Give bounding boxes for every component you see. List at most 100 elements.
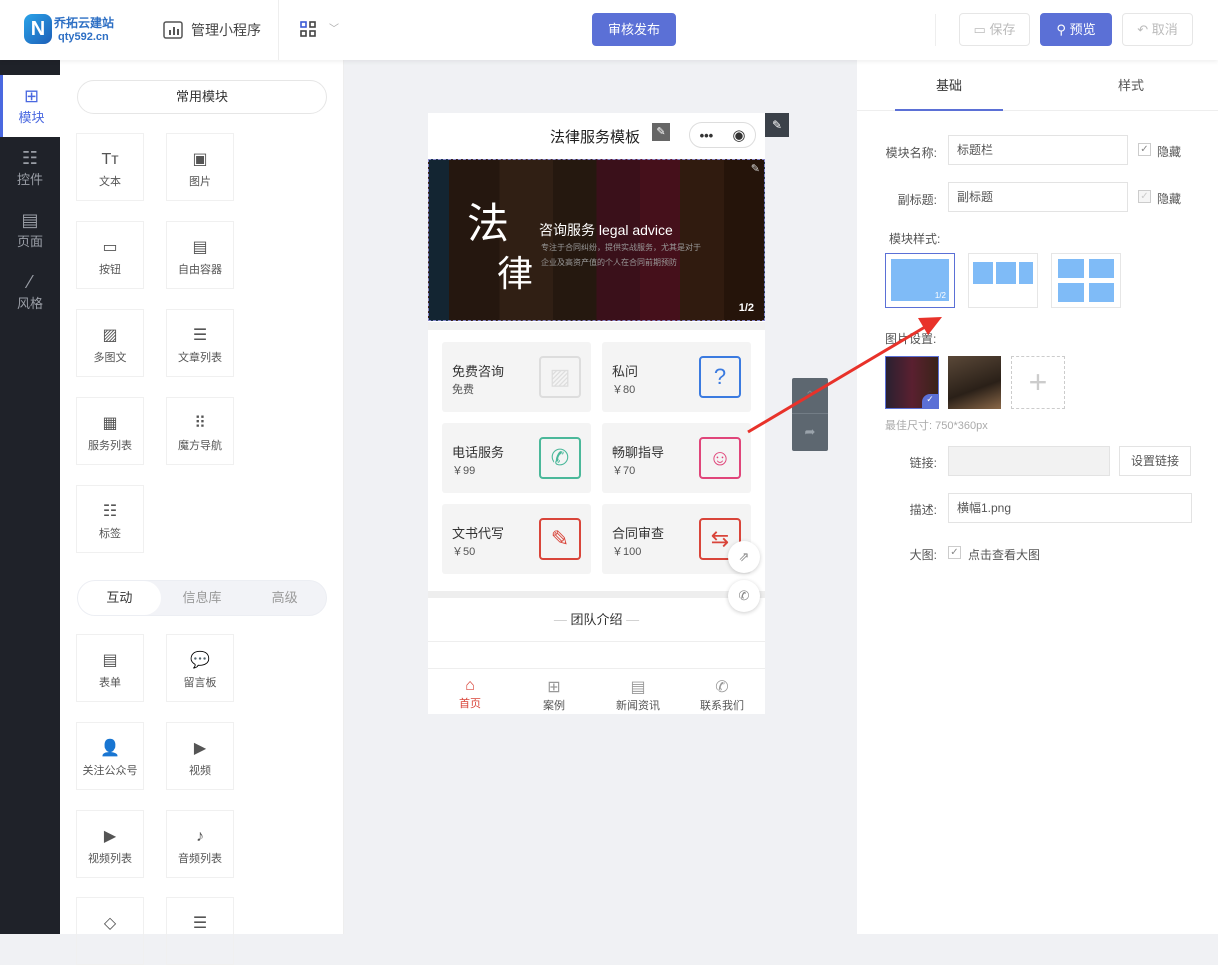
nav-label: 联系我们 [700,700,744,712]
edit-icon[interactable]: ✎ [751,162,760,175]
capsule-menu[interactable]: •••◉ [689,122,756,148]
edit-title-icon[interactable]: ✎ [652,123,670,141]
service-card[interactable]: 免费咨询免费▨ [442,342,591,412]
chevron-down-icon[interactable]: ﹀ [329,20,339,35]
module-tile[interactable]: ▶视频 [166,722,234,790]
service-card[interactable]: 电话服务￥99✆ [442,423,591,493]
cancel-button[interactable]: ↶ 取消 [1122,13,1193,46]
tag-icon: ☷ [77,502,143,522]
call-button[interactable]: ✆ [728,580,760,612]
service-title: 电话服务 [452,442,504,461]
nav-cases[interactable]: ⊞案例 [512,677,596,713]
hide-title-checkbox[interactable]: ✓ [1138,143,1151,156]
service-card[interactable]: 私问￥80? [602,342,751,412]
list-search-icon: ☰ [167,914,233,934]
audio-list-icon: ♪ [167,827,233,847]
forward-icon[interactable]: ➦ [792,414,828,450]
move-up-icon[interactable]: ⌃ [792,378,828,414]
common-modules-button[interactable]: 常用模块 [77,80,327,114]
nav-style[interactable]: ⁄风格 [0,261,60,323]
module-panel: 常用模块 Tт文本 ▣图片 ▭按钮 ▤自由容器 ▨多图文 ☰文章列表 ▦ 服务列表 ⠿魔方导航 ☷… [60,60,344,934]
home-icon: ⌂ [428,677,512,695]
nav-news[interactable]: ▤新闻资讯 [596,677,680,713]
subtitle-input[interactable]: 副标题 [948,182,1128,212]
module-tile[interactable]: 👤关注公众号 [76,722,144,790]
module-tile[interactable]: ♪ 音频列表 [166,810,234,878]
module-tile[interactable]: ☰文章列表 [166,309,234,377]
save-button[interactable]: ▭ 保存 [959,13,1030,46]
add-image-button[interactable]: + [1011,356,1065,409]
style-option-grid[interactable] [1051,253,1121,308]
section-title-text: 团队介绍 [570,612,622,627]
image-icon: ▣ [167,150,233,170]
module-tile[interactable]: ⠿魔方导航 [166,397,234,465]
hide-subtitle-checkbox[interactable]: ✓ [1138,190,1151,203]
nav-modules[interactable]: ⊞模块 [0,75,60,137]
image-thumb-2[interactable] [948,356,1001,409]
share-button[interactable]: ⇗ [728,541,760,573]
nav-controls[interactable]: ☷控件 [0,137,60,199]
module-tile[interactable]: Tт文本 [76,133,144,201]
module-tile[interactable]: ▦ 服务列表 [76,397,144,465]
module-tile[interactable]: ▶视频列表 [76,810,144,878]
save-icon: ▭ [974,22,990,37]
service-card[interactable]: 畅聊指导￥70☺ [602,423,751,493]
service-card[interactable]: 文书代写￥50✎ [442,504,591,574]
image-thumb-1[interactable]: ✓ [885,356,939,409]
tab-basic[interactable]: 基础 [895,60,1003,111]
set-link-button[interactable]: 设置链接 [1119,446,1191,476]
module-tile-label: 音频列表 [178,853,222,865]
module-tile[interactable]: ▤表单 [76,634,144,702]
nav-pages[interactable]: ▤页面 [0,199,60,261]
module-tile-label: 服务列表 [88,440,132,452]
button-icon: ▭ [77,238,143,258]
big-image-checkbox[interactable]: ✓ [948,546,961,559]
service-title: 畅聊指导 [612,442,664,461]
manage-miniprogram-link[interactable]: 管理小程序 [163,20,261,40]
container-icon: ▤ [167,238,233,258]
share-icon: ⇗ [739,549,750,564]
eraser-icon: ◇ [77,914,143,934]
module-tile[interactable]: ▤自由容器 [166,221,234,289]
service-price: ￥100 [612,543,641,559]
service-price: ￥99 [452,462,475,478]
module-name-input[interactable]: 标题栏 [948,135,1128,165]
tab-info-library[interactable]: 信息库 [161,581,244,615]
link-input[interactable] [948,446,1110,476]
tab-advanced[interactable]: 高级 [243,581,326,615]
style-counter: 1/2 [935,291,946,300]
publish-button[interactable]: 审核发布 [592,13,676,46]
video-list-icon: ▶ [77,827,143,847]
nav-home[interactable]: ⌂首页 [428,677,512,711]
module-tile[interactable]: ▭按钮 [76,221,144,289]
module-tile[interactable]: ☰ [166,897,234,965]
message-board-icon: 💬 [167,651,233,671]
placeholder-image-icon: ▨ [539,356,581,398]
apps-grid-icon[interactable] [300,21,316,40]
module-tile[interactable]: 💬留言板 [166,634,234,702]
module-tile[interactable]: ▣图片 [166,133,234,201]
image-settings-label: 图片设置: [885,330,936,347]
nav-contact[interactable]: ✆联系我们 [680,677,764,713]
pencil-icon: ✎ [772,118,782,132]
service-list-icon: ▦ [77,414,143,434]
edit-icon: ✎ [539,518,581,560]
module-tile-label: 多图文 [94,352,127,364]
style-option-carousel[interactable]: 1/2 [885,253,955,308]
tab-interact[interactable]: 互动 [78,581,161,615]
size-hint: 最佳尺寸: 750*360px [885,417,988,433]
preview-button[interactable]: ⚲ 预览 [1040,13,1112,46]
module-tile[interactable]: ◇ [76,897,144,965]
module-category-tabs: 互动 信息库 高级 [77,580,327,616]
tab-style[interactable]: 样式 [1077,60,1185,111]
service-price: ￥70 [612,462,635,478]
banner-carousel[interactable]: 法 律 咨询服务 legal advice 专注于合同纠纷，提供实战服务，尤其是… [428,159,765,321]
module-tile[interactable]: ▨多图文 [76,309,144,377]
style-option-three-column[interactable] [968,253,1038,308]
float-toolbar: ⌃ ➦ [792,378,828,451]
service-title: 免费咨询 [452,361,504,380]
description-input[interactable]: 横幅1.png [948,493,1192,523]
module-tile[interactable]: ☷标签 [76,485,144,553]
hide-label: 隐藏 [1157,143,1181,160]
edit-page-button[interactable]: ✎ [765,113,789,137]
